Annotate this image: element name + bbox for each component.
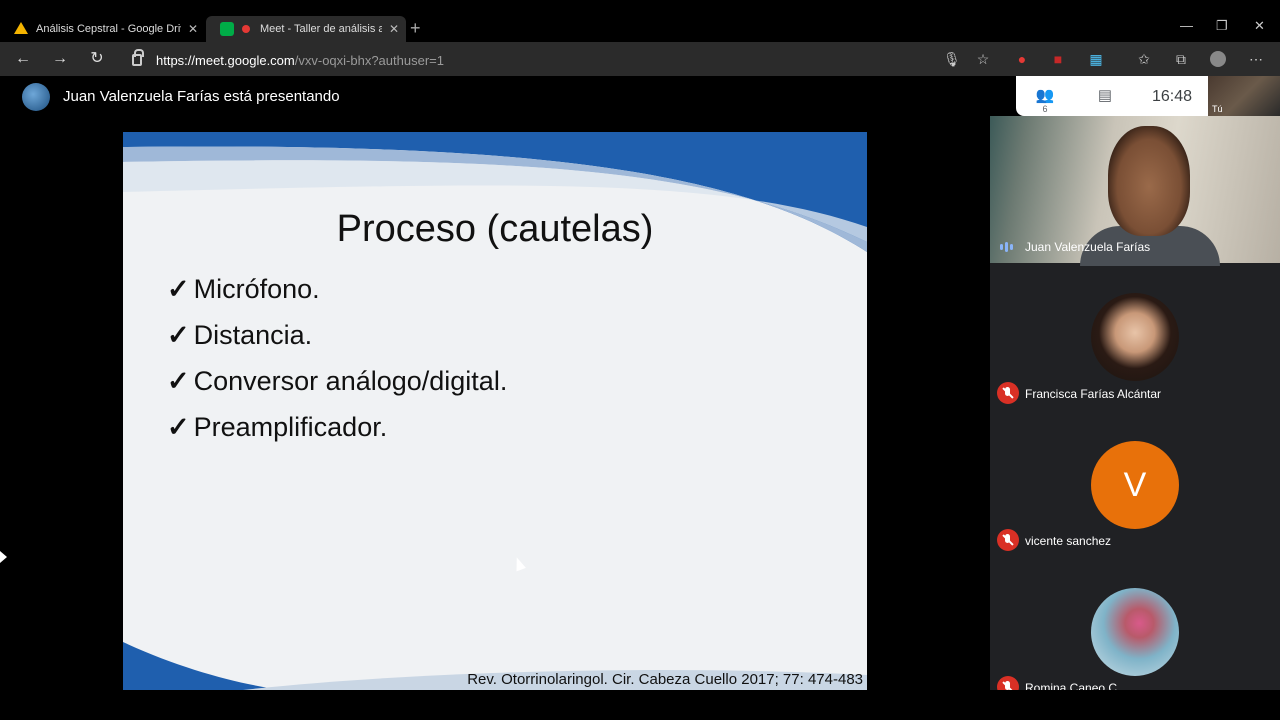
more-menu-icon[interactable]: ⋯ — [1248, 51, 1264, 67]
address-bar: ← → ↻ https://meet.google.com /vxv-oqxi-… — [0, 42, 1280, 76]
self-video-thumbnail[interactable]: Tú — [1208, 76, 1280, 116]
people-count: 6 — [1042, 104, 1048, 114]
participant-avatar: V — [1091, 441, 1179, 529]
bullet-text: Preamplificador. — [193, 411, 388, 442]
self-label: Tú — [1212, 104, 1223, 114]
close-tab-icon[interactable]: ✕ — [382, 22, 406, 36]
check-icon: ✓ — [167, 411, 190, 442]
presenter-bar: Juan Valenzuela Farías está presentando — [0, 76, 990, 132]
tab-title: Meet - Taller de análisis acú — [260, 23, 382, 35]
star-icon[interactable]: ☆ — [975, 51, 991, 67]
clock: 16:48 — [1152, 88, 1193, 105]
meet-top-controls: 👥6 ▤ 16:48 — [1016, 76, 1208, 116]
extension-record-icon[interactable]: ■ — [1050, 51, 1066, 67]
mic-off-icon — [997, 529, 1019, 551]
bullet-text: Micrófono. — [193, 273, 320, 304]
mouse-pointer-icon — [0, 551, 7, 563]
close-tab-icon[interactable]: ✕ — [181, 22, 205, 36]
bottom-strip — [0, 690, 1280, 720]
people-icon[interactable]: 👥6 — [1034, 86, 1056, 114]
participant-name: Francisca Farías Alcántar — [1025, 387, 1162, 401]
participants-panel: Juan Valenzuela Farías Francisca Farías … — [990, 116, 1280, 704]
collections-icon[interactable]: ⧉ — [1173, 51, 1189, 67]
speaking-indicator-icon — [1000, 242, 1014, 252]
new-tab-button[interactable]: + — [410, 18, 421, 39]
slide-title: Proceso (cautelas) — [336, 208, 654, 250]
presentation-slide: Proceso (cautelas) ✓ Micrófono. ✓ Distanci… — [123, 132, 867, 690]
participant-avatar — [1091, 293, 1179, 381]
check-icon: ✓ — [167, 365, 190, 396]
lock-icon — [132, 49, 144, 66]
participant-name: vicente sanchez — [1025, 534, 1112, 548]
tab-title: Análisis Cepstral - Google Drive — [36, 23, 181, 35]
back-arrow-icon[interactable]: ← — [12, 49, 34, 71]
slide-bullet: ✓ Micrófono. — [167, 266, 507, 312]
forward-arrow-icon[interactable]: → — [49, 49, 71, 71]
participant-tile[interactable]: Juan Valenzuela Farías — [990, 116, 1280, 266]
check-icon: ✓ — [167, 319, 190, 350]
close-window-button[interactable]: ✕ — [1254, 18, 1265, 34]
minimize-button[interactable]: — — [1180, 18, 1193, 33]
participant-tile[interactable]: Romina Caneo C. — [990, 557, 1280, 704]
extension-puzzle-icon[interactable]: ▦ — [1088, 51, 1104, 67]
profile-avatar-icon[interactable] — [1210, 51, 1226, 67]
bullet-text: Conversor análogo/digital. — [193, 365, 508, 396]
tab-google-drive[interactable]: Análisis Cepstral - Google Drive ✕ — [0, 16, 205, 42]
participant-face — [1108, 126, 1190, 236]
participant-name: Juan Valenzuela Farías — [1025, 240, 1151, 254]
mic-off-icon — [997, 382, 1019, 404]
presenting-status: Juan Valenzuela Farías está presentando — [63, 88, 340, 105]
check-icon: ✓ — [167, 273, 190, 304]
participant-tile[interactable]: Francisca Farías Alcántar — [990, 263, 1280, 410]
google-drive-icon — [14, 22, 28, 36]
url-host: https://meet.google.com — [156, 52, 295, 68]
participant-avatar — [1091, 588, 1179, 676]
slide-reference: Rev. Otorrinolaringol. Cir. Cabeza Cuell… — [467, 671, 863, 688]
extension-red-icon[interactable]: ● — [1014, 51, 1030, 67]
slide-bullet: ✓ Preamplificador. — [167, 404, 507, 450]
recording-dot-icon — [242, 25, 250, 33]
reload-icon[interactable]: ↻ — [86, 49, 108, 71]
slide-bullet: ✓ Distancia. — [167, 312, 507, 358]
chat-icon[interactable]: ▤ — [1094, 86, 1116, 106]
microphone-icon[interactable]: 🎙 — [943, 51, 961, 67]
restore-button[interactable]: ❐ — [1216, 18, 1228, 34]
favorites-icon[interactable]: ✩ — [1136, 51, 1152, 67]
url-field[interactable]: https://meet.google.com /vxv-oqxi-bhx?au… — [120, 47, 1000, 73]
tab-meet[interactable]: Meet - Taller de análisis acú ✕ — [206, 16, 406, 42]
presentation-stage: Proceso (cautelas) ✓ Micrófono. ✓ Distanci… — [0, 132, 990, 690]
participant-tile[interactable]: V vicente sanchez — [990, 410, 1280, 557]
slide-bullet: ✓ Conversor análogo/digital. — [167, 358, 507, 404]
browser-tab-bar: Análisis Cepstral - Google Drive ✕ Meet … — [0, 0, 1280, 42]
slide-bullet-list: ✓ Micrófono. ✓ Distancia. ✓ Conversor análo… — [167, 266, 507, 450]
bullet-text: Distancia. — [193, 319, 313, 350]
url-path: /vxv-oqxi-bhx?authuser=1 — [294, 52, 444, 68]
google-meet-icon — [220, 22, 234, 36]
presenter-avatar — [22, 83, 50, 111]
